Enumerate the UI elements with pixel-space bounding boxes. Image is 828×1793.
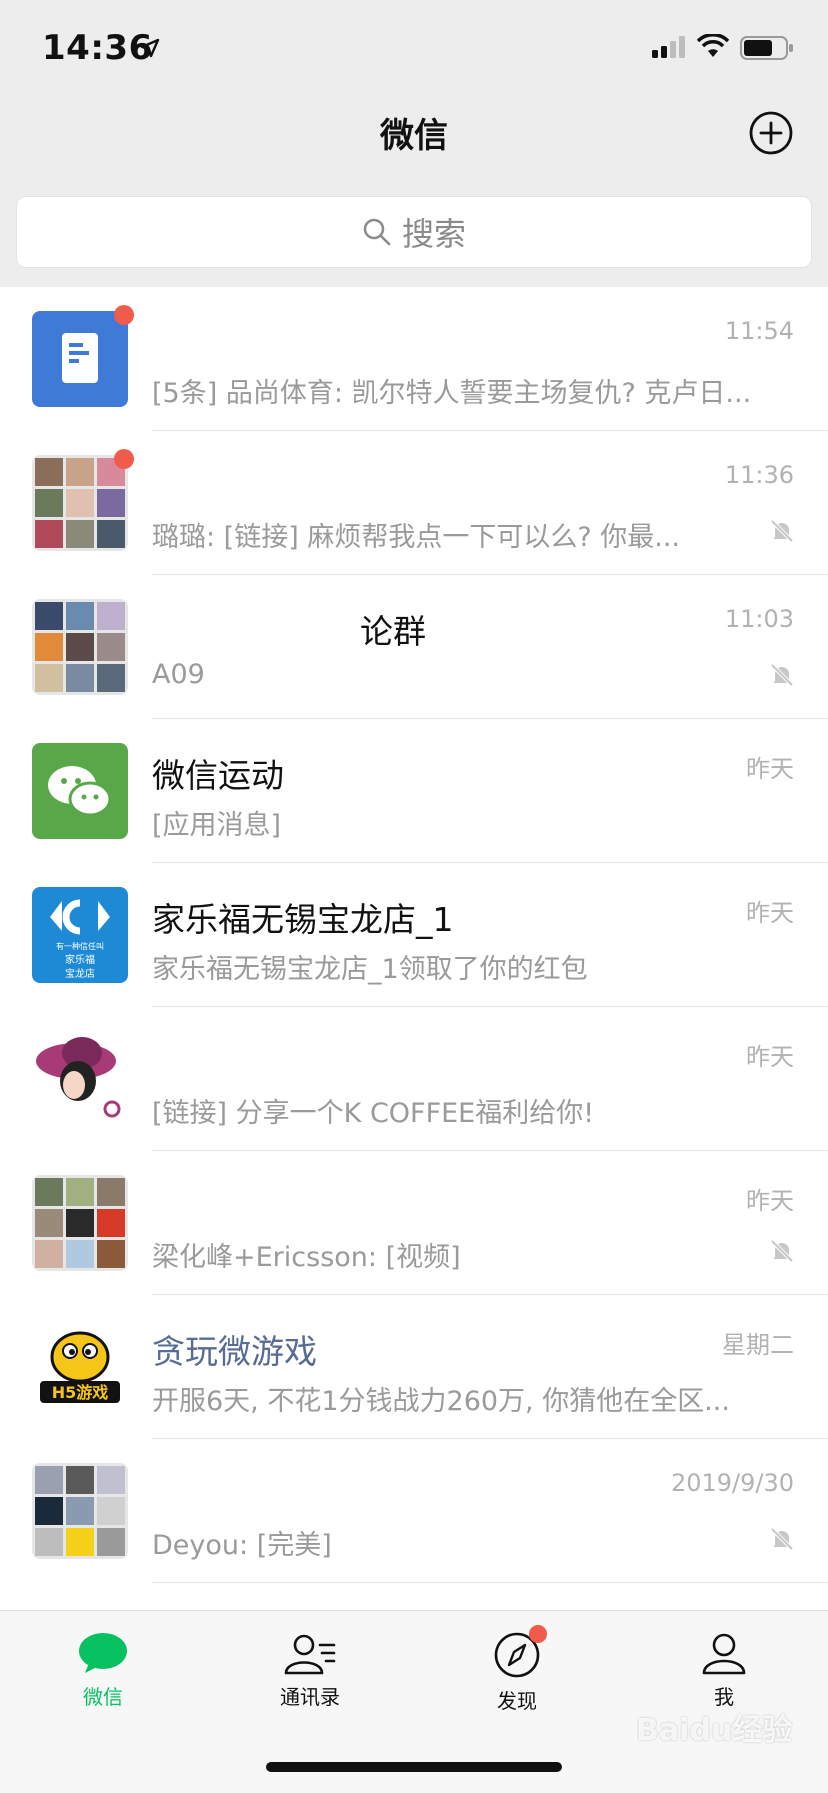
chat-title: 家乐福无锡宝龙店_1 <box>152 900 454 939</box>
chat-title: 贪玩微游戏 <box>152 1332 317 1371</box>
mute-bell-icon <box>770 1239 794 1263</box>
mute-bell-icon <box>770 519 794 543</box>
chat-row-news[interactable]: 11:54 [5条] 品尚体育: 凯尔特人誓要主场复仇? 克卢日... <box>0 287 828 431</box>
tab-me[interactable]: 我 <box>654 1631 794 1710</box>
group-avatar-icon <box>32 1463 128 1559</box>
game-logo-text: H5游戏 <box>52 1383 109 1402</box>
chat-preview: [链接] 分享一个K COFFEE福利给你! <box>152 1098 595 1129</box>
location-arrow-icon <box>140 38 160 58</box>
tab-label: 通讯录 <box>280 1685 340 1709</box>
article-avatar-icon <box>32 311 128 407</box>
chat-time: 昨天 <box>746 1187 794 1215</box>
chat-time: 11:36 <box>724 461 794 489</box>
chat-row-group-4[interactable]: 2019/9/30 Deyou: [完美] <box>0 1439 828 1583</box>
battery-icon <box>740 36 793 60</box>
chat-title: 论群 <box>360 612 426 651</box>
chat-time: 11:03 <box>724 605 794 633</box>
chat-row-hat-girl[interactable]: 昨天 [链接] 分享一个K COFFEE福利给你! <box>0 1007 828 1151</box>
chat-time: 昨天 <box>746 1043 794 1071</box>
chat-preview: 梁化峰+Ericsson: [视频] <box>152 1242 461 1273</box>
search-bar[interactable]: 搜索 <box>16 196 812 268</box>
mute-bell-icon <box>770 663 794 687</box>
chat-preview: [5条] 品尚体育: 凯尔特人誓要主场复仇? 克卢日... <box>152 378 752 409</box>
tab-discover[interactable]: 发现 <box>447 1625 587 1714</box>
tab-wechat[interactable]: 微信 <box>33 1631 173 1710</box>
chat-list: 11:54 [5条] 品尚体育: 凯尔特人誓要主场复仇? 克卢日... 11:3… <box>0 287 828 1610</box>
carrefour-tagline: 有一种信任叫 <box>56 941 104 951</box>
chat-preview: 家乐福无锡宝龙店_1领取了你的红包 <box>152 954 588 985</box>
wifi-icon <box>697 34 729 57</box>
chat-preview: 开服6天, 不花1分钱战力260万, 你猜他在全区... <box>152 1386 730 1417</box>
chat-row-carrefour[interactable]: 有一种信任叫 家乐福 宝龙店 家乐福无锡宝龙店_1 昨天 家乐福无锡宝龙店_1领… <box>0 863 828 1007</box>
group-avatar-icon <box>32 599 128 695</box>
chat-row-group-3[interactable]: 昨天 梁化峰+Ericsson: [视频] <box>0 1151 828 1295</box>
chat-time: 昨天 <box>746 899 794 927</box>
chat-preview: A09 <box>152 659 205 690</box>
search-placeholder: 搜索 <box>401 215 466 253</box>
chat-time: 2019/9/30 <box>670 1469 794 1497</box>
chat-bubble-icon <box>79 1633 127 1673</box>
status-time: 14:36 <box>42 28 153 68</box>
chat-time: 星期二 <box>722 1331 794 1359</box>
status-bar: 14:36 <box>0 0 828 96</box>
cartoon-avatar-icon <box>32 1031 128 1127</box>
chat-row-game[interactable]: H5游戏 贪玩微游戏 星期二 开服6天, 不花1分钱战力260万, 你猜他在全区… <box>0 1295 828 1439</box>
baidu-watermark: Baidu经验 <box>636 1713 793 1748</box>
home-indicator[interactable] <box>266 1762 562 1772</box>
unread-badge <box>114 449 134 469</box>
chat-preview: [应用消息] <box>152 810 282 841</box>
carrefour-logo-icon: 有一种信任叫 家乐福 宝龙店 <box>32 887 128 983</box>
person-icon <box>702 1633 746 1675</box>
group-avatar-icon <box>32 1175 128 1271</box>
tab-label: 微信 <box>83 1685 123 1709</box>
tab-contacts[interactable]: 通讯录 <box>240 1631 380 1710</box>
discover-badge <box>529 1625 547 1643</box>
chat-title: 微信运动 <box>152 756 284 795</box>
cellular-signal-icon <box>652 36 685 58</box>
row-divider <box>152 1582 828 1583</box>
add-circle-button[interactable] <box>748 110 794 156</box>
contacts-icon <box>284 1634 336 1675</box>
chat-row-group-2[interactable]: 论群 11:03 A09 <box>0 575 828 719</box>
mute-bell-icon <box>770 1527 794 1551</box>
unread-badge <box>114 305 134 325</box>
wechat-logo-icon <box>32 743 128 839</box>
search-icon <box>363 218 391 246</box>
carrefour-store: 宝龙店 <box>65 967 95 980</box>
tab-label: 发现 <box>497 1689 537 1713</box>
chat-time: 昨天 <box>746 755 794 783</box>
chat-preview: Deyou: [完美] <box>152 1530 332 1561</box>
page-title: 微信 <box>380 116 448 156</box>
chat-row-wechat-sports[interactable]: 微信运动 昨天 [应用消息] <box>0 719 828 863</box>
carrefour-name: 家乐福 <box>65 953 95 966</box>
chat-time: 11:54 <box>724 317 794 345</box>
group-avatar-icon <box>32 455 128 551</box>
chat-preview: 璐璐: [链接] 麻烦帮我点一下可以么? 你最... <box>152 522 680 553</box>
chat-row-group-1[interactable]: 11:36 璐璐: [链接] 麻烦帮我点一下可以么? 你最... <box>0 431 828 575</box>
game-logo-icon: H5游戏 <box>32 1319 128 1415</box>
